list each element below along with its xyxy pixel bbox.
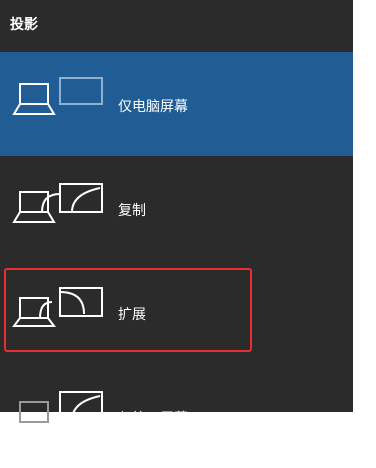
project-option-second-screen-only[interactable]: 仅第二屏幕 xyxy=(0,364,353,468)
pc-screen-only-icon xyxy=(12,77,103,115)
panel-title: 投影 xyxy=(10,17,38,33)
item-label-second-screen-only: 仅第二屏幕 xyxy=(118,411,188,427)
extend-icon xyxy=(12,287,103,327)
project-option-extend[interactable]: 扩展 xyxy=(0,260,353,364)
second-screen-only-icon xyxy=(19,391,103,423)
project-option-duplicate[interactable]: 复制 xyxy=(0,156,353,260)
item-label-pc-screen-only: 仅电脑屏幕 xyxy=(118,99,188,115)
item-label-duplicate: 复制 xyxy=(118,203,146,219)
project-panel: 投影 仅电脑屏幕 复制 扩展 仅第二屏幕 xyxy=(0,0,353,427)
background-strip xyxy=(353,0,376,412)
duplicate-icon xyxy=(12,183,103,223)
item-label-extend: 扩展 xyxy=(118,307,146,323)
project-option-pc-screen-only[interactable]: 仅电脑屏幕 xyxy=(0,52,353,156)
